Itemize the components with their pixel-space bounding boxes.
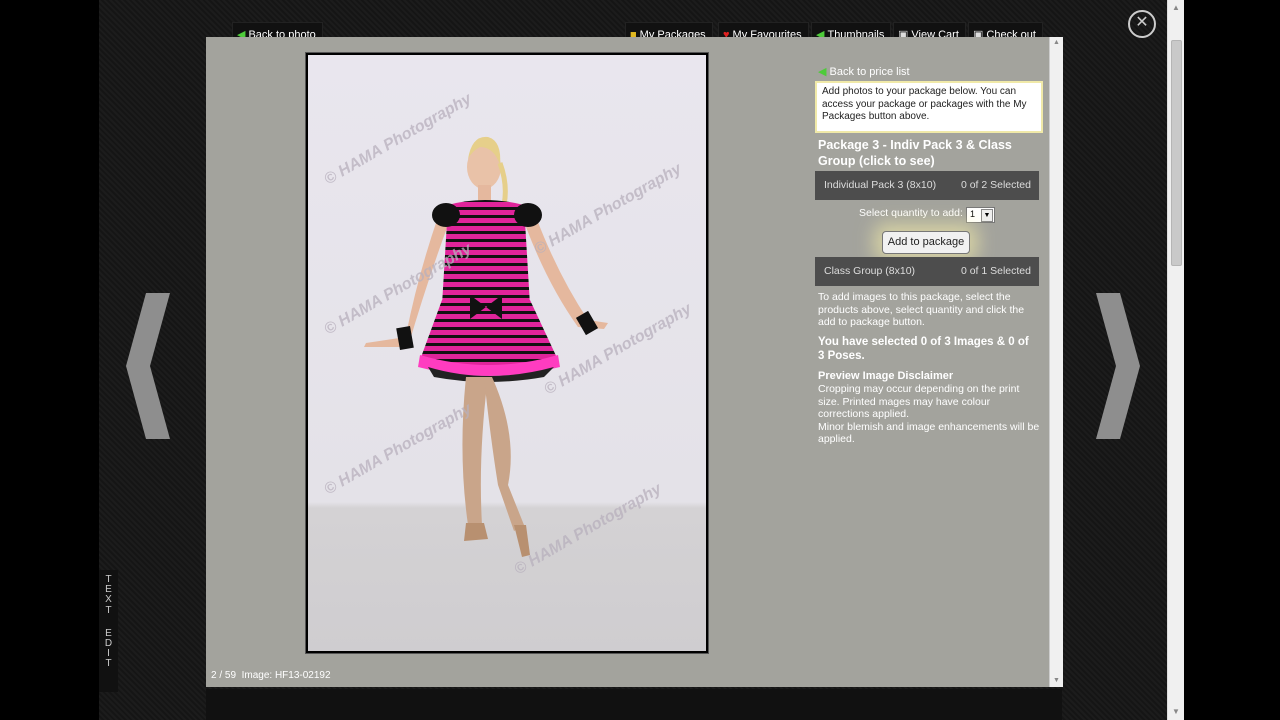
text-edit-tab[interactable]: T E X T E D I T xyxy=(99,570,118,692)
disclaimer-body: Cropping may occur depending on the prin… xyxy=(818,383,1040,446)
panel-scroll-down[interactable]: ▼ xyxy=(1050,675,1063,687)
quantity-label: Select quantity to add: xyxy=(859,207,963,219)
back-to-price-list-link[interactable]: ◀ Back to price list xyxy=(818,65,910,78)
back-arrow-icon: ◀ xyxy=(818,66,827,78)
right-black-border xyxy=(1183,0,1280,720)
close-icon[interactable]: ✕ xyxy=(1128,10,1156,38)
panel-scroll-up[interactable]: ▲ xyxy=(1050,37,1063,49)
help-text: To add images to this package, select th… xyxy=(818,291,1025,329)
disclaimer-line: Cropping may occur depending on the prin… xyxy=(818,383,1020,421)
preview-photo: © HAMA Photography © HAMA Photography © … xyxy=(306,53,708,653)
scroll-down-arrow[interactable]: ▼ xyxy=(1168,704,1184,720)
add-to-package-button[interactable]: Add to package xyxy=(882,231,970,254)
page-scrollbar[interactable]: ▲ ▼ xyxy=(1167,0,1184,720)
selection-summary: You have selected 0 of 3 Images & 0 of 3… xyxy=(818,336,1029,362)
product-status: 0 of 1 Selected xyxy=(960,265,1031,277)
scroll-up-arrow[interactable]: ▲ xyxy=(1168,0,1184,16)
thumbnail-strip xyxy=(206,689,1062,720)
left-black-border xyxy=(0,0,99,720)
chevron-right-icon[interactable] xyxy=(1092,293,1140,439)
image-id-label: Image: HF13-02192 xyxy=(241,670,331,681)
text-edit-letter: T xyxy=(105,604,112,616)
scroll-thumb[interactable] xyxy=(1171,40,1182,266)
back-to-price-list-label: Back to price list xyxy=(829,66,910,78)
product-name: Individual Pack 3 (8x10) xyxy=(824,179,937,191)
info-message: Add photos to your package below. You ca… xyxy=(815,81,1043,133)
chevron-down-icon: ▼ xyxy=(981,209,993,222)
image-counter: 2 / 59 xyxy=(211,670,237,681)
product-row-individual[interactable]: Individual Pack 3 (8x10) 0 of 2 Selected xyxy=(815,171,1039,200)
quantity-select[interactable]: 1 ▼ xyxy=(966,207,995,223)
package-title[interactable]: Package 3 - Indiv Pack 3 & Class Group (… xyxy=(818,137,1038,169)
panel-scrollbar[interactable]: ▲ ▼ xyxy=(1049,37,1063,687)
image-caption: 2 / 59 Image: HF13-02192 xyxy=(211,670,331,681)
product-row-class-group[interactable]: Class Group (8x10) 0 of 1 Selected xyxy=(815,257,1039,286)
disclaimer-title: Preview Image Disclaimer xyxy=(818,370,954,382)
product-status: 0 of 2 Selected xyxy=(960,179,1031,191)
text-edit-spacer xyxy=(99,616,118,629)
disclaimer-line: Minor blemish and image enhancements wil… xyxy=(818,420,1040,446)
chevron-left-icon[interactable] xyxy=(126,293,174,439)
text-edit-letter: T xyxy=(105,658,112,670)
quantity-value: 1 xyxy=(970,209,976,219)
product-name: Class Group (8x10) xyxy=(824,265,916,277)
